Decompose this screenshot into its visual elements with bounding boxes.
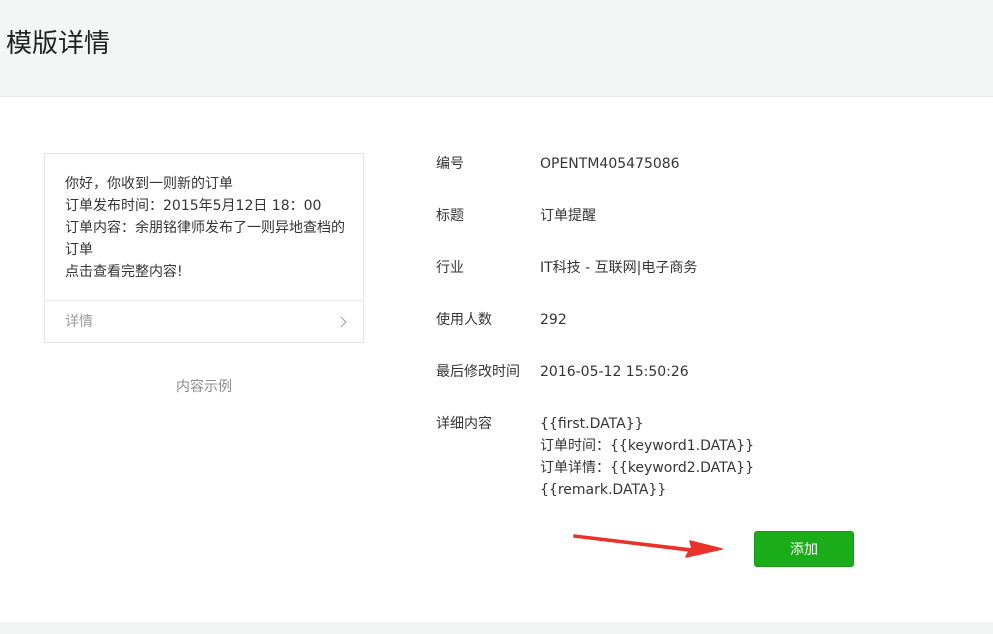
detail-line: {{remark.DATA}} (540, 482, 667, 498)
preview-content: 你好，你收到一则新的订单 订单发布时间：2015年5月12日 18：00 订单内… (45, 154, 363, 301)
info-value-modified: 2016-05-12 15:50:26 (540, 364, 689, 380)
red-arrow-icon (573, 534, 723, 558)
chevron-right-icon (335, 316, 347, 328)
detail-line: 订单详情：{{keyword2.DATA}} (540, 460, 754, 476)
info-label-title: 标题 (436, 208, 464, 224)
preview-caption: 内容示例 (176, 379, 232, 395)
template-detail-panel: 你好，你收到一则新的订单 订单发布时间：2015年5月12日 18：00 订单内… (0, 97, 993, 622)
preview-line: 你好，你收到一则新的订单 (65, 176, 233, 192)
info-value-industry: IT科技 - 互联网|电子商务 (540, 260, 698, 276)
info-value-users: 292 (540, 312, 567, 328)
preview-detail-label: 详情 (65, 314, 93, 330)
preview-detail-link[interactable]: 详情 (45, 301, 363, 343)
info-value-detail: {{first.DATA}} 订单时间：{{keyword1.DATA}} 订单… (540, 413, 754, 501)
page-title: 模版详情 (6, 29, 111, 59)
info-label-modified: 最后修改时间 (436, 364, 520, 380)
preview-line: 订单发布时间：2015年5月12日 18：00 (65, 198, 322, 214)
template-preview-card: 你好，你收到一则新的订单 订单发布时间：2015年5月12日 18：00 订单内… (44, 153, 364, 343)
preview-line: 订单内容：余朋铭律师发布了一则异地查档的 (65, 220, 345, 236)
info-value-id: OPENTM405475086 (540, 156, 680, 172)
detail-line: {{first.DATA}} (540, 416, 644, 432)
preview-line: 点击查看完整内容! (65, 264, 183, 280)
detail-line: 订单时间：{{keyword1.DATA}} (540, 438, 754, 454)
info-label-users: 使用人数 (436, 312, 492, 328)
page-header: 模版详情 (0, 0, 993, 97)
info-label-detail: 详细内容 (436, 416, 492, 432)
info-value-title: 订单提醒 (540, 208, 596, 224)
info-label-industry: 行业 (436, 260, 464, 276)
preview-line: 订单 (65, 242, 93, 258)
add-button[interactable]: 添加 (754, 531, 854, 567)
info-label-id: 编号 (436, 156, 464, 172)
